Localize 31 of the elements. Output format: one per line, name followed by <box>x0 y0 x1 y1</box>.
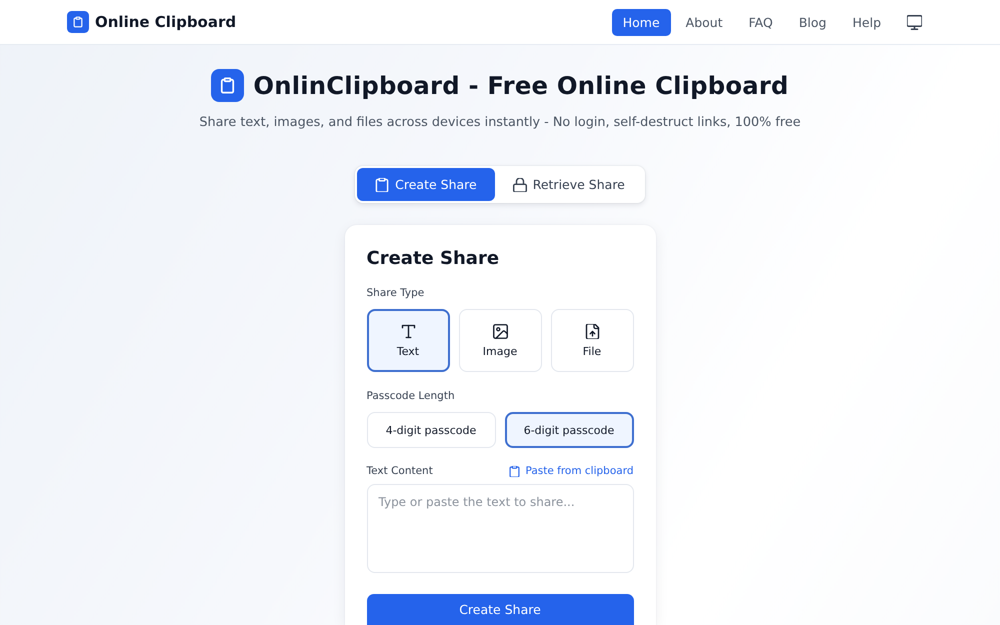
letter-t-icon <box>400 324 416 338</box>
page-subtitle: Share text, images, and files across devices instantly - No login, self-destruct links, 100% free <box>199 114 801 132</box>
card-title: Create Share <box>366 247 500 271</box>
share-type-option[interactable]: Image <box>458 309 542 372</box>
nav-link[interactable]: FAQ <box>738 8 784 36</box>
nav-link[interactable]: Help <box>842 8 892 36</box>
image-icon <box>492 324 508 338</box>
file-upload-icon <box>584 324 600 338</box>
field-label: Share Type <box>366 286 426 301</box>
passcode-option[interactable]: 4-digit passcode <box>366 412 496 448</box>
mode-tab[interactable]: Retrieve Share <box>494 168 643 201</box>
page-title: OnlinClipboard - Free Online Clipboard <box>253 71 789 100</box>
lock-icon <box>512 178 527 192</box>
clipboard-icon <box>211 69 244 102</box>
text-content-field[interactable]: Type or paste the text to share... <box>366 484 634 573</box>
field-label: Text Content <box>366 464 433 479</box>
monitor-icon <box>907 14 922 30</box>
share-type-option[interactable]: Text <box>366 309 450 372</box>
brand-name: Online Clipboard <box>95 13 236 31</box>
nav-link[interactable]: Home <box>612 8 671 36</box>
clipboard-icon <box>509 466 520 476</box>
create-share-button[interactable]: Create Share <box>366 594 634 625</box>
nav-link[interactable]: Blog <box>788 8 838 36</box>
field-label: Passcode Length <box>366 389 456 404</box>
clipboard-icon <box>67 11 89 33</box>
share-type-option[interactable]: File <box>550 309 634 372</box>
passcode-option[interactable]: 6-digit passcode <box>504 412 634 448</box>
nav-link[interactable]: About <box>674 8 734 36</box>
mode-tab[interactable]: Create Share <box>357 168 495 201</box>
clipboard-icon <box>375 178 390 192</box>
paste-link[interactable]: Paste from clipboard <box>509 465 634 477</box>
